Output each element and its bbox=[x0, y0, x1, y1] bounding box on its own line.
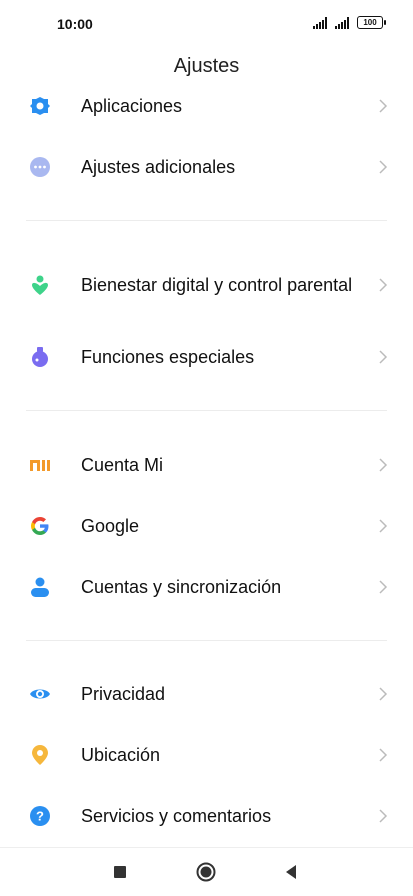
settings-item-privacidad[interactable]: Privacidad bbox=[0, 664, 413, 724]
chevron-right-icon bbox=[379, 160, 388, 174]
chevron-right-icon bbox=[379, 809, 388, 823]
mi-logo-icon bbox=[29, 454, 51, 476]
signal-icon bbox=[313, 16, 329, 29]
status-icons: 100 bbox=[313, 16, 386, 29]
chevron-right-icon bbox=[379, 748, 388, 762]
more-dots-icon bbox=[29, 156, 51, 178]
back-button[interactable] bbox=[281, 862, 301, 882]
chevron-right-icon bbox=[379, 519, 388, 533]
battery-icon: 100 bbox=[357, 16, 386, 29]
status-time: 10:00 bbox=[57, 16, 93, 32]
settings-item-label: Ajustes adicionales bbox=[81, 157, 236, 177]
signal-icon bbox=[335, 16, 351, 29]
settings-item-google[interactable]: Google bbox=[0, 496, 413, 556]
settings-item-label: Aplicaciones bbox=[81, 96, 183, 116]
settings-item-servicios-comentarios[interactable]: ? Servicios y comentarios bbox=[0, 786, 413, 846]
settings-item-cuentas-sincronizacion[interactable]: Cuentas y sincronización bbox=[0, 557, 413, 617]
section-divider bbox=[26, 220, 387, 221]
settings-item-label: Privacidad bbox=[81, 684, 166, 704]
settings-item-label: Servicios y comentarios bbox=[81, 806, 272, 826]
chevron-right-icon bbox=[379, 458, 388, 472]
help-icon: ? bbox=[29, 805, 51, 827]
flask-icon bbox=[29, 346, 51, 368]
settings-item-ubicacion[interactable]: Ubicación bbox=[0, 725, 413, 785]
google-logo-icon bbox=[29, 515, 51, 537]
settings-item-label: Funciones especiales bbox=[81, 347, 255, 367]
settings-item-label: Cuenta Mi bbox=[81, 455, 164, 475]
settings-item-label: Google bbox=[81, 516, 140, 536]
recents-button[interactable] bbox=[110, 862, 130, 882]
person-icon bbox=[29, 576, 51, 598]
settings-item-bienestar-digital[interactable]: Bienestar digital y control parental bbox=[0, 255, 413, 315]
circle-icon bbox=[196, 862, 216, 882]
chevron-right-icon bbox=[379, 580, 388, 594]
back-triangle-icon bbox=[286, 865, 296, 879]
settings-item-label: Cuentas y sincronización bbox=[81, 577, 282, 597]
chevron-right-icon bbox=[379, 350, 388, 364]
section-divider bbox=[26, 410, 387, 411]
home-button[interactable] bbox=[196, 862, 216, 882]
location-pin-icon bbox=[29, 744, 51, 766]
svg-text:?: ? bbox=[36, 809, 44, 824]
navigation-bar bbox=[0, 847, 413, 896]
settings-item-label: Ubicación bbox=[81, 745, 161, 765]
section-divider bbox=[26, 640, 387, 641]
chevron-right-icon bbox=[379, 687, 388, 701]
settings-item-ajustes-adicionales[interactable]: Ajustes adicionales bbox=[0, 137, 413, 197]
settings-item-funciones-especiales[interactable]: Funciones especiales bbox=[0, 327, 413, 387]
settings-item-aplicaciones[interactable]: Aplicaciones bbox=[0, 76, 413, 136]
chevron-right-icon bbox=[379, 99, 388, 113]
page-title: Ajustes bbox=[173, 55, 240, 77]
eye-icon bbox=[29, 683, 51, 705]
settings-item-cuenta-mi[interactable]: Cuenta Mi bbox=[0, 435, 413, 495]
square-icon bbox=[114, 866, 126, 878]
settings-item-label: Bienestar digital y control parental bbox=[81, 275, 353, 295]
wellbeing-icon bbox=[29, 274, 51, 296]
status-bar: 10:00 100 bbox=[0, 0, 413, 48]
gear-icon bbox=[29, 95, 51, 117]
chevron-right-icon bbox=[379, 278, 388, 292]
